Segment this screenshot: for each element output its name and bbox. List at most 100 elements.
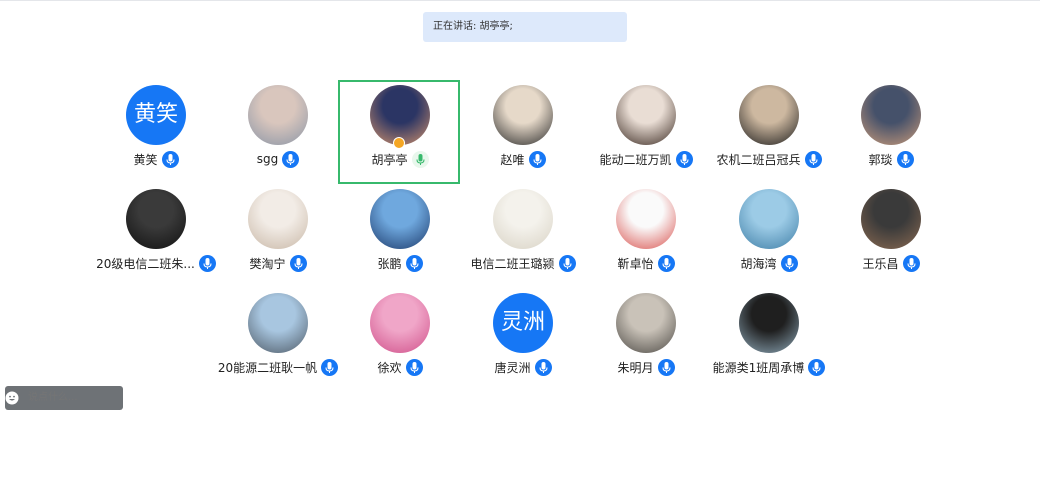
mic-icon[interactable] (896, 150, 914, 168)
participant-tile[interactable]: 靳卓怡 (576, 184, 716, 280)
participant-name: 胡亭亭 (371, 152, 408, 167)
mic-icon[interactable] (902, 254, 920, 272)
participant-name: 张鹏 (377, 256, 402, 271)
speaking-text: 正在讲话: 胡亭亭; (433, 21, 513, 32)
participant-name: 农机二班吕冠兵 (716, 152, 801, 167)
avatar (370, 85, 430, 145)
participant-name: 赵唯 (500, 152, 525, 167)
participant-tile[interactable]: 能动二班万凯 (576, 80, 716, 176)
avatar (861, 189, 921, 249)
avatar-text: 灵洲 (493, 293, 553, 353)
participant-name-row: 能动二班万凯 (576, 150, 716, 168)
mic-icon[interactable] (657, 254, 675, 272)
avatar (739, 85, 799, 145)
participant-name-row: 能源类1班周承博 (699, 358, 839, 376)
mic-active-icon[interactable] (411, 150, 429, 168)
participant-name-row: 唐灵洲 (453, 358, 593, 376)
avatar (248, 293, 308, 353)
participant-name: sgg (256, 152, 279, 166)
participant-tile[interactable]: 赵唯 (453, 80, 593, 176)
avatar (616, 85, 676, 145)
participant-tile[interactable]: 徐欢 (330, 288, 470, 384)
mic-icon[interactable] (657, 358, 675, 376)
host-badge-icon (393, 137, 405, 149)
mic-icon[interactable] (405, 358, 423, 376)
participant-name-row: 农机二班吕冠兵 (699, 150, 839, 168)
mic-icon[interactable] (808, 358, 826, 376)
participant-tile[interactable]: 王乐昌 (821, 184, 961, 280)
mic-icon[interactable] (558, 254, 576, 272)
avatar-text: 黄笑 (126, 85, 186, 145)
chat-bar (5, 385, 162, 411)
participant-tile[interactable]: 黄笑 黄笑 (86, 80, 226, 176)
participant-name-row: 郭琰 (821, 150, 961, 168)
participant-tile[interactable]: 胡亭亭 (330, 80, 470, 176)
avatar (126, 189, 186, 249)
avatar (493, 85, 553, 145)
participant-name-row: 20能源二班耿一帆 (208, 358, 348, 376)
avatar (739, 293, 799, 353)
emoji-icon[interactable] (5, 386, 19, 410)
participant-name-row: 赵唯 (453, 150, 593, 168)
participant-name-row: 20级电信二班朱... (86, 254, 226, 272)
participant-name: 20级电信二班朱... (96, 256, 195, 271)
participant-tile[interactable]: 农机二班吕冠兵 (699, 80, 839, 176)
participant-name-row: sgg (208, 150, 348, 168)
chevron-left-icon[interactable] (155, 386, 165, 410)
participant-name-row: 朱明月 (576, 358, 716, 376)
participant-name: 胡海湾 (740, 256, 777, 271)
participant-name-row: 电信二班王璐颍 (453, 254, 593, 272)
chat-input[interactable] (19, 385, 155, 411)
participant-name-row: 黄笑 (86, 150, 226, 168)
top-divider (0, 0, 1040, 1)
participant-name-row: 樊淘宁 (208, 254, 348, 272)
avatar (248, 189, 308, 249)
participant-name-row: 胡亭亭 (330, 150, 470, 168)
avatar (370, 293, 430, 353)
participant-tile[interactable]: 樊淘宁 (208, 184, 348, 280)
mic-icon[interactable] (282, 150, 300, 168)
mic-icon[interactable] (528, 150, 546, 168)
participant-name: 靳卓怡 (617, 256, 654, 271)
mic-icon[interactable] (289, 254, 307, 272)
participant-name-row: 胡海湾 (699, 254, 839, 272)
participant-tile[interactable]: 胡海湾 (699, 184, 839, 280)
participant-tile[interactable]: 朱明月 (576, 288, 716, 384)
participant-tile[interactable]: sgg (208, 80, 348, 176)
participant-tile[interactable]: 20能源二班耿一帆 (208, 288, 348, 384)
avatar (861, 85, 921, 145)
participant-name: 樊淘宁 (249, 256, 286, 271)
mic-icon[interactable] (804, 150, 822, 168)
mic-icon[interactable] (405, 254, 423, 272)
participant-name: 20能源二班耿一帆 (217, 360, 318, 375)
speaking-banner: 正在讲话: 胡亭亭; (423, 12, 627, 42)
participant-tile[interactable]: 张鹏 (330, 184, 470, 280)
participant-name: 能动二班万凯 (599, 152, 672, 167)
participant-tile[interactable]: 电信二班王璐颍 (453, 184, 593, 280)
participant-name-row: 王乐昌 (821, 254, 961, 272)
participant-name: 能源类1班周承博 (712, 360, 805, 375)
participant-tile[interactable]: 20级电信二班朱... (86, 184, 226, 280)
avatar (370, 189, 430, 249)
mic-icon[interactable] (161, 150, 179, 168)
avatar (616, 293, 676, 353)
participant-name: 朱明月 (617, 360, 654, 375)
participant-tile[interactable]: 灵洲 唐灵洲 (453, 288, 593, 384)
participant-name: 黄笑 (133, 152, 158, 167)
participant-name: 唐灵洲 (494, 360, 531, 375)
mic-icon[interactable] (675, 150, 693, 168)
mic-icon[interactable] (780, 254, 798, 272)
participant-name-row: 靳卓怡 (576, 254, 716, 272)
participant-name-row: 张鹏 (330, 254, 470, 272)
participant-name: 电信二班王璐颍 (470, 256, 555, 271)
participant-name: 徐欢 (377, 360, 402, 375)
participant-name-row: 徐欢 (330, 358, 470, 376)
participant-name: 王乐昌 (862, 256, 899, 271)
mic-icon[interactable] (534, 358, 552, 376)
avatar (248, 85, 308, 145)
participant-tile[interactable]: 郭琰 (821, 80, 961, 176)
avatar (616, 189, 676, 249)
avatar (493, 189, 553, 249)
participant-name: 郭琰 (868, 152, 893, 167)
participant-tile[interactable]: 能源类1班周承博 (699, 288, 839, 384)
